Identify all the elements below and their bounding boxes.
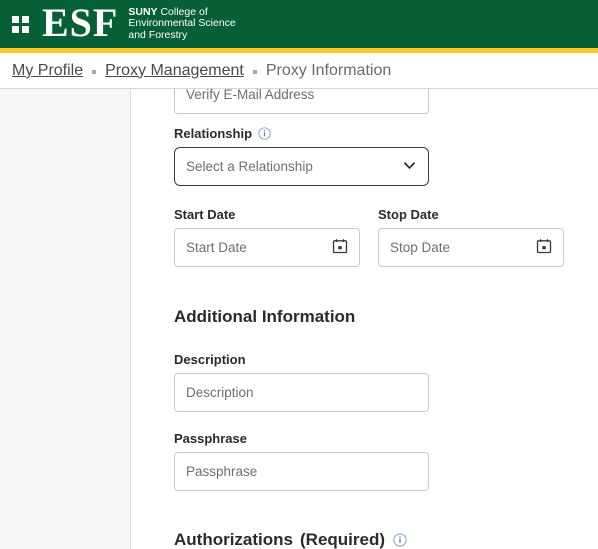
logo-subtitle-line-3: and Forestry [128,28,188,41]
description-label: Description [174,352,246,367]
chevron-down-icon[interactable] [402,158,417,176]
stop-date-input[interactable]: Stop Date [378,228,564,267]
description-field-group: Description Description [174,352,429,412]
stop-date-placeholder: Stop Date [390,240,451,255]
authorizations-heading-row: Authorizations (Required) [174,530,598,549]
breadcrumb-item-proxy-information: Proxy Information [265,61,392,79]
calendar-icon[interactable] [332,238,348,257]
relationship-field-group: Relationship Select a Relationship [174,126,429,186]
date-range-row: Start Date Start Date Stop Date Stop Dat… [174,207,598,267]
grid-menu-icon[interactable] [12,15,29,33]
site-header: ESF SUNY College of Environmental Scienc… [0,0,598,48]
grid-square-2 [22,15,29,23]
start-date-field-group: Start Date Start Date [174,207,360,267]
passphrase-field-group: Passphrase Passphrase [174,431,429,491]
start-date-label: Start Date [174,207,236,222]
description-input[interactable]: Description [174,373,429,412]
relationship-label-row: Relationship [174,126,429,141]
info-icon[interactable] [258,127,271,140]
verify-email-input[interactable]: Verify E-Mail Address [174,89,429,114]
passphrase-label: Passphrase [174,431,247,446]
esf-logo-text[interactable]: ESF [42,3,118,43]
college-of-word: College of [157,5,208,18]
breadcrumb-item-my-profile[interactable]: My Profile [12,62,83,80]
grid-square-1 [12,15,19,23]
main-content: Verify E-Mail Address Relationship Selec… [131,89,598,549]
verify-email-placeholder: Verify E-Mail Address [186,89,315,102]
relationship-label: Relationship [174,126,253,141]
stop-date-field-group: Stop Date Stop Date [378,207,564,267]
relationship-select[interactable]: Select a Relationship [174,147,429,186]
additional-information-heading: Additional Information [174,307,356,326]
left-sidebar [0,89,131,549]
calendar-icon[interactable] [536,238,552,257]
breadcrumb-separator-icon [92,69,97,74]
breadcrumb: My Profile Proxy Management Proxy Inform… [0,53,598,89]
authorizations-heading: Authorizations [174,530,293,549]
breadcrumb-item-proxy-management[interactable]: Proxy Management [105,62,244,80]
info-icon[interactable] [393,533,407,547]
description-placeholder: Description [186,385,254,400]
breadcrumb-separator-icon [252,69,257,74]
esf-logo-subtitle: SUNY College of Environmental Science an… [128,5,235,42]
page-body: Verify E-Mail Address Relationship Selec… [0,89,598,549]
suny-word: SUNY [128,5,158,18]
authorizations-required-note: (Required) [300,530,385,549]
passphrase-input[interactable]: Passphrase [174,452,429,491]
grid-square-4 [22,25,29,33]
grid-square-3 [12,25,19,33]
stop-date-label: Stop Date [378,207,439,222]
passphrase-placeholder: Passphrase [186,464,258,479]
start-date-placeholder: Start Date [186,240,247,255]
relationship-selected-value: Select a Relationship [186,159,313,174]
start-date-input[interactable]: Start Date [174,228,360,267]
